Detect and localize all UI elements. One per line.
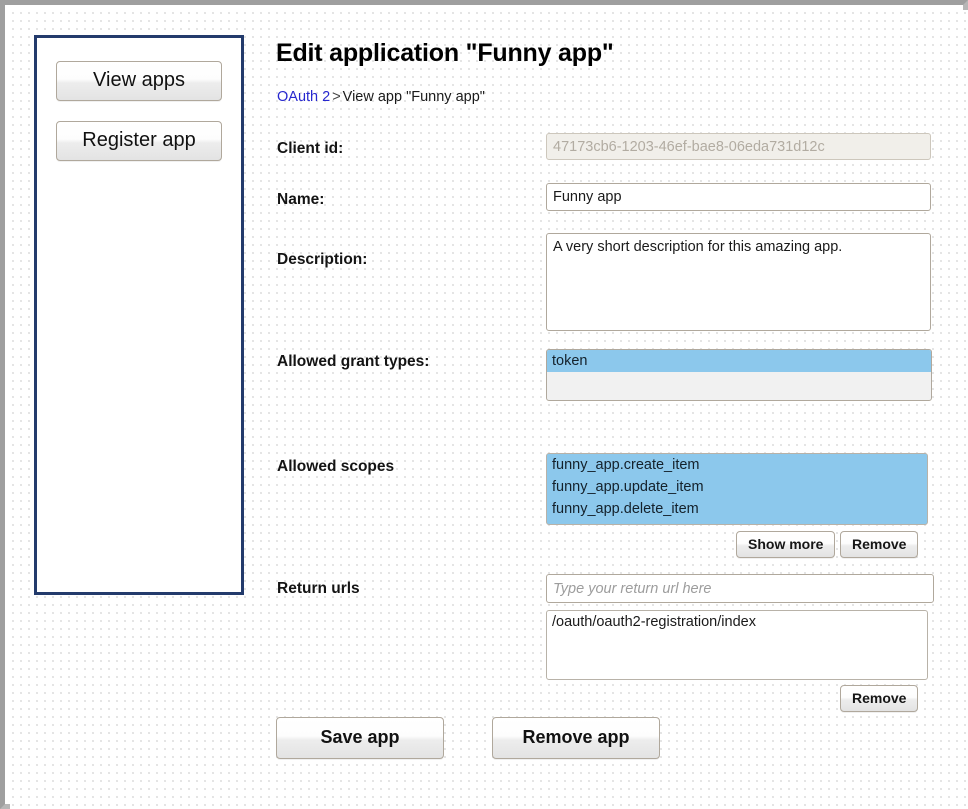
sidebar-panel: View apps Register app	[34, 35, 244, 595]
allowed-grant-types-listbox[interactable]: token	[546, 349, 932, 401]
description-label: Description:	[277, 251, 368, 268]
page-canvas: View apps Register app Edit application …	[10, 10, 968, 809]
breadcrumb: OAuth 2 > View app "Funny app"	[277, 89, 485, 105]
view-apps-button[interactable]: View apps	[56, 61, 222, 101]
list-item[interactable]: token	[547, 350, 931, 372]
return-url-input[interactable]	[546, 574, 934, 603]
window-frame: View apps Register app Edit application …	[0, 0, 968, 809]
description-textarea[interactable]	[546, 233, 931, 331]
remove-scope-button[interactable]: Remove	[840, 531, 919, 558]
sidebar-item-view-apps-wrap: View apps	[37, 61, 241, 101]
page-title: Edit application "Funny app"	[276, 39, 614, 67]
breadcrumb-current: View app "Funny app"	[342, 89, 485, 105]
return-urls-listbox[interactable]: /oauth/oauth2-registration/index	[546, 610, 928, 680]
allowed-grant-types-label: Allowed grant types:	[277, 353, 430, 370]
show-more-button[interactable]: Show more	[736, 531, 836, 558]
breadcrumb-separator: >	[332, 89, 341, 105]
save-app-button[interactable]: Save app	[276, 717, 444, 759]
list-item[interactable]: funny_app.delete_item	[547, 498, 927, 520]
list-item[interactable]: funny_app.update_item	[547, 476, 927, 498]
sidebar-item-register-app-wrap: Register app	[37, 121, 241, 161]
name-input[interactable]	[546, 183, 931, 211]
breadcrumb-link-oauth2[interactable]: OAuth 2	[277, 89, 330, 105]
list-item[interactable]: funny_app.create_item	[547, 454, 927, 476]
remove-return-url-button[interactable]: Remove	[840, 685, 919, 712]
return-urls-label: Return urls	[277, 580, 360, 597]
client-id-input	[546, 133, 931, 160]
allowed-scopes-listbox[interactable]: funny_app.create_item funny_app.update_it…	[546, 453, 928, 525]
name-label: Name:	[277, 191, 325, 208]
register-app-button[interactable]: Register app	[56, 121, 222, 161]
remove-app-button[interactable]: Remove app	[492, 717, 660, 759]
list-item[interactable]: /oauth/oauth2-registration/index	[547, 611, 927, 633]
allowed-scopes-label: Allowed scopes	[277, 458, 395, 475]
client-id-label: Client id:	[277, 140, 344, 157]
